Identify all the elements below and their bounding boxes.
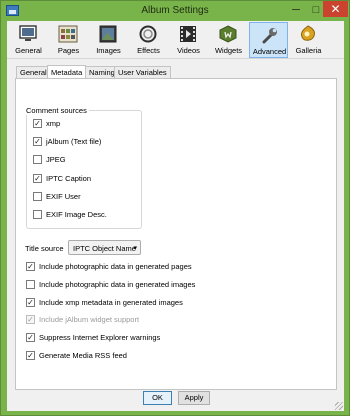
toolbar-advanced[interactable]: Advanced <box>249 22 288 58</box>
chevron-down-icon: ▾ <box>133 245 137 252</box>
title-source-select[interactable]: IPTC Object Name ▾ <box>68 240 141 255</box>
checkbox[interactable]: ✓ <box>26 333 35 342</box>
checkbox[interactable] <box>26 280 35 289</box>
title-bar[interactable]: Album Settings ─ □ ✕ <box>1 1 349 21</box>
toolbar-general[interactable]: General <box>9 22 48 58</box>
tab-metadata[interactable]: Metadata <box>47 65 87 79</box>
toolbar-videos[interactable]: Videos <box>169 22 208 58</box>
toolbar-galleria[interactable]: Galleria <box>289 22 328 58</box>
galleria-icon <box>301 25 315 41</box>
toolbar-effects[interactable]: Effects <box>129 22 168 58</box>
resize-grip[interactable] <box>335 402 343 410</box>
checkbox-label: IPTC Caption <box>46 174 92 183</box>
checkbox[interactable] <box>33 192 42 201</box>
checkbox[interactable]: ✓ <box>26 262 35 271</box>
category-toolbar: General Pages Images Effects Videos Widg… <box>7 21 344 59</box>
checkbox-label: Include jAlbum widget support <box>39 315 140 324</box>
checkbox[interactable] <box>33 210 42 219</box>
image-icon <box>99 25 117 43</box>
wrench-icon <box>262 28 277 44</box>
checkbox-label: EXIF User <box>46 192 81 201</box>
checkbox-label: JPEG <box>46 155 66 164</box>
ok-button[interactable]: OK <box>143 391 172 405</box>
film-icon <box>180 26 196 42</box>
checkbox-label: Generate Media RSS feed <box>39 351 127 360</box>
checkbox: ✓ <box>26 315 35 324</box>
checkbox-label: Include photographic data in generated i… <box>39 280 196 289</box>
checkbox-label: Include photographic data in generated p… <box>39 262 192 271</box>
toolbar-widgets[interactable]: Widgets <box>209 22 248 58</box>
toolbar-pages[interactable]: Pages <box>49 22 88 58</box>
checkbox-label: jAlbum (Text file) <box>46 137 102 146</box>
checkbox[interactable]: ✓ <box>33 174 42 183</box>
toolbar-images[interactable]: Images <box>89 22 128 58</box>
checkbox-label: xmp <box>46 119 61 128</box>
comment-sources-title: Comment sources <box>24 106 89 115</box>
title-source-label: Title source <box>25 244 64 253</box>
checkbox-label: Suppress Internet Explorer warnings <box>39 333 161 342</box>
close-button[interactable]: ✕ <box>323 1 348 17</box>
checkbox-label: Include xmp metadata in generated images <box>39 298 183 307</box>
minimize-button[interactable]: ─ <box>287 3 305 17</box>
toolbar-label: Widgets <box>214 46 243 55</box>
toolbar-label: Galleria <box>295 46 322 55</box>
widget-box-icon <box>219 25 237 43</box>
checkbox[interactable] <box>33 155 42 164</box>
checkbox[interactable]: ✓ <box>33 119 42 128</box>
checkbox[interactable]: ✓ <box>26 298 35 307</box>
dialog-client: General Pages Images Effects Videos Widg… <box>7 21 344 411</box>
checkbox[interactable]: ✓ <box>33 137 42 146</box>
apply-button[interactable]: Apply <box>178 391 210 405</box>
checkbox-label: EXIF Image Desc. <box>46 210 107 219</box>
monitor-icon <box>19 25 37 41</box>
pages-grid-icon <box>58 25 78 43</box>
checkbox[interactable]: ✓ <box>26 351 35 360</box>
effects-ring-icon <box>139 25 157 43</box>
title-source-value: IPTC Object Name <box>73 244 136 253</box>
metadata-panel: Comment sources ✓ xmp ✓ jAlbum (Text fil… <box>15 78 337 390</box>
album-settings-window: Album Settings ─ □ ✕ General Pages Image… <box>0 0 350 416</box>
